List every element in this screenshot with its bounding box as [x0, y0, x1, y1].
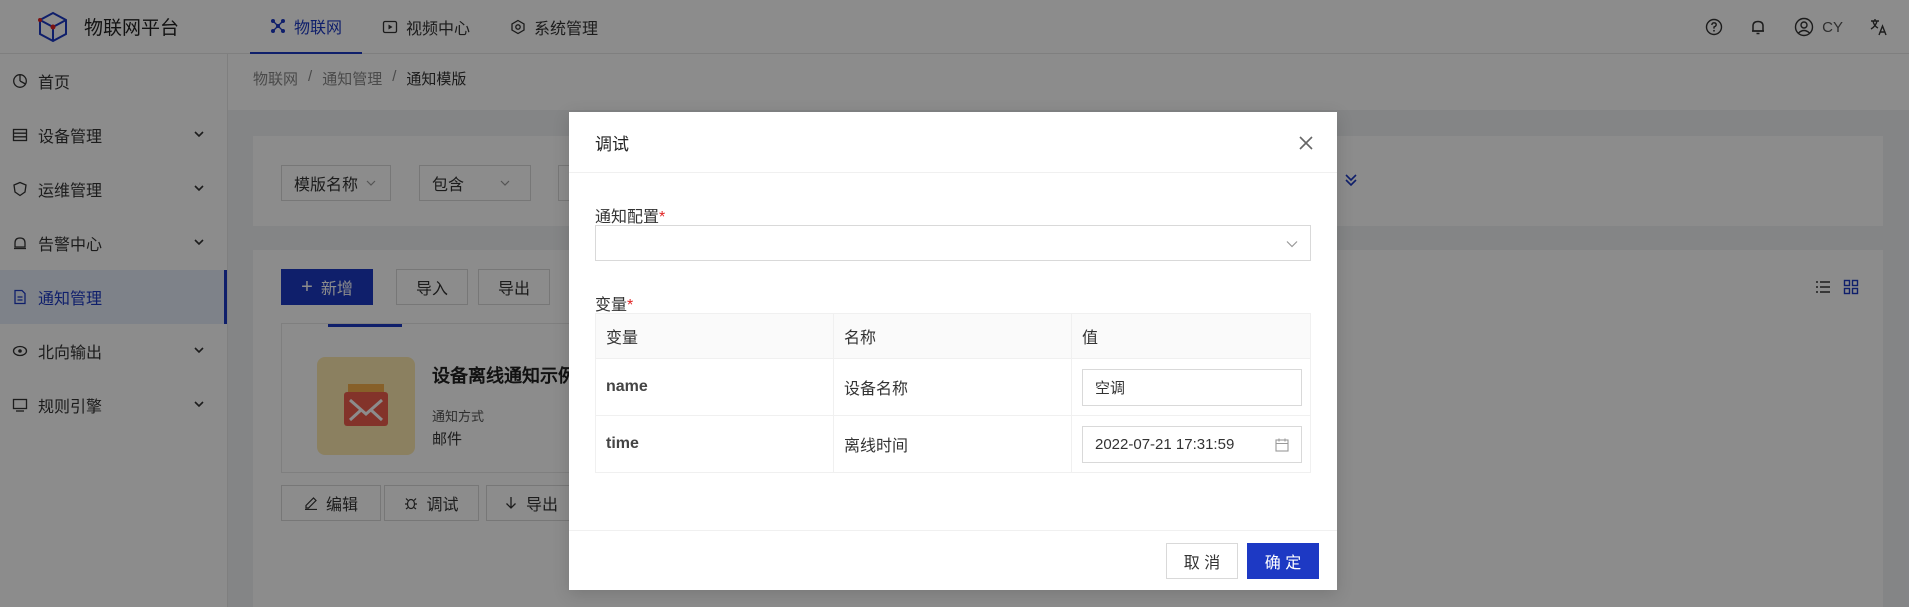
cancel-button-label: 取 消	[1183, 555, 1221, 572]
modal-header: 调试	[569, 112, 1337, 173]
chevron-down-icon	[1286, 241, 1298, 248]
value-input-name[interactable]: 空调	[1082, 368, 1302, 406]
required-mark: *	[659, 209, 666, 226]
cancel-button[interactable]: 取 消	[1166, 543, 1238, 579]
variable-code-cell: name	[595, 358, 834, 416]
table-header-row: 变量 名称 值	[595, 313, 1311, 359]
variable-value-cell: 空调	[1071, 358, 1311, 416]
variables-field-label: 变量*	[595, 297, 634, 314]
table-row: name 设备名称 空调	[595, 358, 1311, 416]
confirm-button[interactable]: 确 定	[1247, 543, 1319, 579]
variable-name-cell: 设备名称	[833, 358, 1072, 416]
variable-value-cell: 2022-07-21 17:31:59	[1071, 415, 1311, 473]
config-select[interactable]	[595, 225, 1311, 261]
table-header-cell: 值	[1071, 313, 1311, 359]
modal-footer: 取 消 确 定	[569, 530, 1337, 590]
table-header-cell: 变量	[595, 313, 834, 359]
debug-modal: 调试 通知配置* 变量* 变量 名称 值 name 设备名称 空调 time 离…	[569, 112, 1337, 590]
date-picker-text: 2022-07-21 17:31:59	[1095, 435, 1235, 453]
required-mark: *	[627, 297, 634, 314]
table-row: time 离线时间 2022-07-21 17:31:59	[595, 415, 1311, 473]
date-picker-input[interactable]: 2022-07-21 17:31:59	[1082, 425, 1302, 463]
modal-title: 调试	[595, 134, 629, 154]
confirm-button-label: 确 定	[1264, 555, 1302, 572]
config-field-label: 通知配置*	[595, 209, 666, 226]
variables-table: 变量 名称 值 name 设备名称 空调 time 离线时间 2022-07-2…	[595, 313, 1311, 473]
close-icon[interactable]	[1297, 134, 1315, 152]
variable-name-cell: 离线时间	[833, 415, 1072, 473]
table-header-cell: 名称	[833, 313, 1072, 359]
calendar-icon	[1275, 438, 1289, 452]
value-input-text: 空调	[1095, 379, 1126, 397]
variable-code-cell: time	[595, 415, 834, 473]
